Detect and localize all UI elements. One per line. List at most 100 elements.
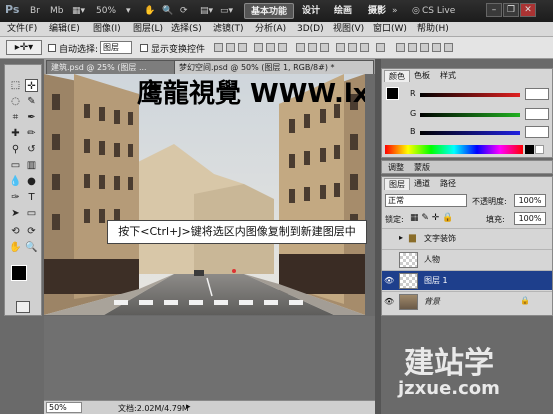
- document-canvas[interactable]: 鹰龍視覺 WWW.lxh.NET: [44, 74, 365, 315]
- layer-row-person[interactable]: 人物: [382, 249, 552, 269]
- arrange-docs-icon[interactable]: ▤▾: [200, 5, 213, 17]
- channel-b-value[interactable]: [525, 126, 549, 138]
- tab-color[interactable]: 颜色: [384, 70, 410, 82]
- tab-building[interactable]: 建筑.psd @ 25% (图层 ...: [46, 60, 182, 74]
- group-expand-icon[interactable]: ▸: [399, 233, 403, 242]
- tab-swatches[interactable]: 色板: [410, 70, 434, 82]
- fill-field[interactable]: 100%: [514, 212, 546, 225]
- align-left-icon[interactable]: [254, 43, 263, 52]
- brush-tool-icon[interactable]: ✏: [25, 127, 38, 140]
- zoom-dropdown-arrow-icon[interactable]: ▾: [126, 5, 131, 17]
- 3d-roll-icon[interactable]: [408, 43, 417, 52]
- tab-paths[interactable]: 路径: [436, 178, 460, 190]
- menu-window[interactable]: 窗口(W): [370, 23, 410, 36]
- 3d-rotate-icon[interactable]: [396, 43, 405, 52]
- spectrum-black[interactable]: [525, 145, 534, 154]
- menu-analysis[interactable]: 分析(A): [252, 23, 289, 36]
- align-right-icon[interactable]: [278, 43, 287, 52]
- eyedropper-tool-icon[interactable]: ✒: [25, 111, 38, 124]
- workspace-photography-button[interactable]: 摄影: [362, 3, 392, 19]
- workspace-more-icon[interactable]: »: [392, 5, 398, 17]
- menu-select[interactable]: 选择(S): [168, 23, 205, 36]
- 3d-object-tool-icon[interactable]: ⟲: [9, 225, 22, 238]
- menu-filter[interactable]: 滤镜(T): [210, 23, 247, 36]
- gradient-tool-icon[interactable]: ▥: [25, 159, 38, 172]
- menu-layer[interactable]: 图层(L): [130, 23, 166, 36]
- channel-g-slider[interactable]: [420, 113, 520, 117]
- cs-live-icon[interactable]: ◎: [412, 5, 420, 17]
- 3d-camera-tool-icon[interactable]: ⟳: [25, 225, 38, 238]
- zoom-tool-panel-icon[interactable]: 🔍: [25, 241, 38, 254]
- tab-dream-space[interactable]: 梦幻空间.psd @ 50% (图层 1, RGB/8#) *: [174, 60, 374, 74]
- lasso-tool-icon[interactable]: ◌: [9, 95, 22, 108]
- distribute-hcenter-icon[interactable]: [348, 43, 357, 52]
- crop-tool-icon[interactable]: ⌗: [9, 111, 22, 124]
- eye-icon[interactable]: 👁: [384, 297, 394, 307]
- hand-tool-panel-icon[interactable]: ✋: [9, 241, 22, 254]
- tab-styles[interactable]: 样式: [436, 70, 460, 82]
- 3d-pan-icon[interactable]: [420, 43, 429, 52]
- channel-r-value[interactable]: [525, 88, 549, 100]
- align-vcenter-icon[interactable]: [226, 43, 235, 52]
- layer-row-layer1[interactable]: 👁 图层 1: [382, 270, 552, 290]
- view-extras-icon[interactable]: ▦▾: [72, 5, 85, 17]
- distribute-right-icon[interactable]: [360, 43, 369, 52]
- marquee-tool-icon[interactable]: ⬚: [9, 79, 22, 92]
- distribute-left-icon[interactable]: [336, 43, 345, 52]
- close-button[interactable]: ✕: [520, 3, 536, 17]
- blur-tool-icon[interactable]: 💧: [9, 175, 22, 188]
- show-transform-checkbox[interactable]: [140, 44, 148, 52]
- color-fg-swatch[interactable]: [386, 87, 399, 100]
- channel-g-value[interactable]: [525, 108, 549, 120]
- move-tool-icon[interactable]: ✛: [25, 79, 38, 92]
- clone-stamp-tool-icon[interactable]: ⚲: [9, 143, 22, 156]
- distribute-top-icon[interactable]: [296, 43, 305, 52]
- pen-tool-icon[interactable]: ✑: [9, 191, 22, 204]
- move-tool-preset-icon[interactable]: ▸✛▾: [6, 40, 42, 55]
- channel-b-slider[interactable]: [420, 131, 520, 135]
- blend-mode-dropdown[interactable]: 正常: [385, 194, 467, 207]
- layer-row-text-decoration[interactable]: ▸ ▆ 文字装饰: [382, 228, 552, 248]
- auto-select-dropdown[interactable]: 图层: [100, 41, 132, 54]
- cs-live-label[interactable]: CS Live: [422, 5, 455, 17]
- eraser-tool-icon[interactable]: ▭: [9, 159, 22, 172]
- visibility-empty-icon[interactable]: [384, 255, 394, 265]
- path-select-tool-icon[interactable]: ➤: [9, 207, 22, 220]
- distribute-vcenter-icon[interactable]: [308, 43, 317, 52]
- align-top-icon[interactable]: [214, 43, 223, 52]
- tab-masks[interactable]: 蒙版: [410, 162, 434, 174]
- quick-mask-icon[interactable]: [16, 301, 30, 313]
- workspace-design-button[interactable]: 设计: [296, 3, 326, 19]
- auto-select-checkbox[interactable]: [48, 44, 56, 52]
- tab-channels[interactable]: 通道: [410, 178, 434, 190]
- history-brush-tool-icon[interactable]: ↺: [25, 143, 38, 156]
- restore-button[interactable]: ❐: [503, 3, 519, 17]
- minibridge-icon[interactable]: Mb: [50, 5, 63, 17]
- lock-icons[interactable]: ▦ ✎ ✛ 🔒: [410, 213, 453, 223]
- quick-select-tool-icon[interactable]: ✎: [25, 95, 38, 108]
- distribute-bottom-icon[interactable]: [320, 43, 329, 52]
- minimize-button[interactable]: –: [486, 3, 502, 17]
- color-spectrum-bar[interactable]: [385, 145, 523, 154]
- menu-edit[interactable]: 编辑(E): [46, 23, 83, 36]
- status-arrow-icon[interactable]: ▸: [186, 402, 191, 412]
- zoom-level-dropdown[interactable]: 50%: [96, 5, 116, 17]
- menu-3d[interactable]: 3D(D): [294, 23, 327, 36]
- menu-file[interactable]: 文件(F): [4, 23, 40, 36]
- workspace-essentials-button[interactable]: 基本功能: [244, 3, 295, 19]
- spectrum-white[interactable]: [535, 145, 544, 154]
- bridge-icon[interactable]: Br: [30, 5, 40, 17]
- hand-tool-icon[interactable]: ✋: [144, 5, 155, 17]
- type-tool-icon[interactable]: T: [25, 191, 38, 204]
- auto-align-icon[interactable]: [376, 43, 385, 52]
- opacity-field[interactable]: 100%: [514, 194, 546, 207]
- menu-view[interactable]: 视图(V): [330, 23, 367, 36]
- screen-mode-icon[interactable]: ▭▾: [220, 5, 233, 17]
- channel-r-slider[interactable]: [420, 93, 520, 97]
- rotate-view-icon[interactable]: ⟳: [180, 5, 188, 17]
- align-hcenter-icon[interactable]: [266, 43, 275, 52]
- zoom-tool-icon[interactable]: 🔍: [162, 5, 173, 17]
- status-zoom-field[interactable]: 50%: [46, 402, 82, 413]
- dodge-tool-icon[interactable]: ●: [25, 175, 38, 188]
- tab-layers[interactable]: 图层: [384, 178, 410, 190]
